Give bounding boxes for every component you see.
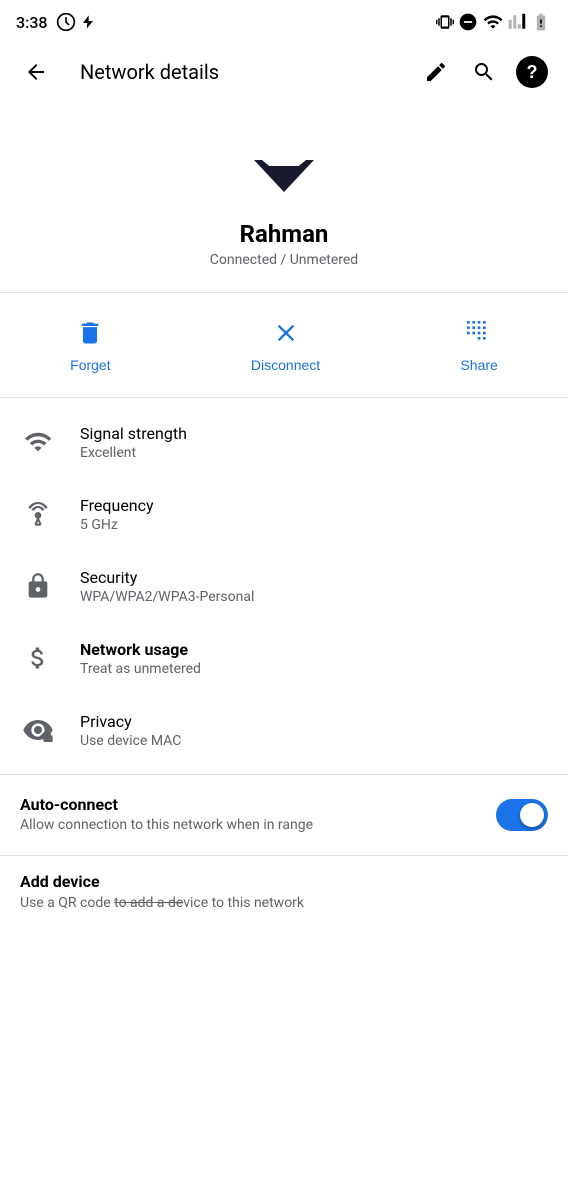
disconnect-icon [270, 317, 302, 349]
forget-button[interactable]: Forget [54, 309, 126, 381]
share-button[interactable]: Share [444, 309, 513, 381]
toggle-thumb [520, 803, 544, 827]
signal-strength-icon [20, 424, 56, 460]
forget-label: Forget [70, 357, 110, 373]
help-icon: ? [516, 56, 548, 88]
add-device-subtitle-end: vice to this network [183, 895, 304, 911]
network-status: Connected / Unmetered [210, 252, 358, 268]
auto-connect-text: Auto-connect Allow connection to this ne… [20, 795, 472, 836]
top-bar-actions: ? [416, 52, 552, 92]
status-bar: 3:38 [0, 0, 568, 44]
security-icon [20, 568, 56, 604]
disconnect-label: Disconnect [251, 357, 320, 373]
privacy-text: Privacy Use device MAC [80, 712, 548, 749]
back-button[interactable] [16, 52, 56, 92]
search-button[interactable] [464, 52, 504, 92]
top-bar: Network details ? [0, 44, 568, 100]
add-device-text: Add device Use a QR code to add a device… [20, 872, 548, 911]
network-usage-icon [20, 640, 56, 676]
signal-strength-text: Signal strength Excellent [80, 424, 548, 461]
auto-connect-subtitle: Allow connection to this network when in… [20, 816, 472, 836]
vibrate-icon [436, 12, 454, 32]
wifi-large-icon [248, 132, 320, 204]
auto-connect-title: Auto-connect [20, 795, 472, 814]
security-title: Security [80, 568, 548, 587]
drm-icon [56, 12, 76, 32]
help-button[interactable]: ? [512, 52, 552, 92]
network-name: Rahman [240, 220, 329, 248]
forget-icon [74, 317, 106, 349]
add-device-item: Add device Use a QR code to add a device… [0, 856, 568, 928]
add-device-subtitle-normal: Use a QR code [20, 895, 114, 911]
share-icon [463, 317, 495, 349]
edit-icon [424, 60, 448, 84]
signal-strength-item: Signal strength Excellent [0, 406, 568, 478]
back-icon [24, 60, 48, 84]
status-left: 3:38 [16, 12, 96, 32]
add-device-title: Add device [20, 872, 548, 891]
auto-connect-item: Auto-connect Allow connection to this ne… [0, 775, 568, 855]
detail-section: Signal strength Excellent Frequency 5 GH… [0, 398, 568, 774]
search-icon [472, 60, 496, 84]
frequency-text: Frequency 5 GHz [80, 496, 548, 533]
privacy-value: Use device MAC [80, 733, 548, 749]
network-usage-text: Network usage Treat as unmetered [80, 640, 548, 677]
dnd-icon [458, 12, 478, 32]
privacy-item: Privacy Use device MAC [0, 694, 568, 766]
add-device-subtitle: Use a QR code to add a device to this ne… [20, 895, 548, 911]
wifi-status-icon [482, 12, 504, 32]
privacy-title: Privacy [80, 712, 548, 731]
battery-icon [530, 12, 552, 32]
frequency-icon [20, 496, 56, 532]
security-value: WPA/WPA2/WPA3-Personal [80, 589, 548, 605]
security-text: Security WPA/WPA2/WPA3-Personal [80, 568, 548, 605]
privacy-icon [20, 712, 56, 748]
network-usage-value: Treat as unmetered [80, 661, 548, 677]
network-usage-title: Network usage [80, 640, 548, 659]
frequency-value: 5 GHz [80, 517, 548, 533]
status-time: 3:38 [16, 13, 48, 32]
frequency-item: Frequency 5 GHz [0, 478, 568, 550]
security-item: Security WPA/WPA2/WPA3-Personal [0, 550, 568, 622]
signal-strength-value: Excellent [80, 445, 548, 461]
network-usage-item: Network usage Treat as unmetered [0, 622, 568, 694]
disconnect-button[interactable]: Disconnect [235, 309, 336, 381]
share-label: Share [460, 357, 497, 373]
network-header: Rahman Connected / Unmetered [0, 100, 568, 292]
status-icons [436, 12, 552, 32]
edit-button[interactable] [416, 52, 456, 92]
page-title: Network details [80, 60, 400, 84]
frequency-title: Frequency [80, 496, 548, 515]
add-device-subtitle-strike: to add a de [114, 895, 183, 911]
auto-connect-toggle[interactable] [496, 799, 548, 831]
action-row: Forget Disconnect Share [0, 293, 568, 397]
signal-strength-title: Signal strength [80, 424, 548, 443]
signal-icon [508, 12, 526, 32]
flash-icon [80, 12, 96, 32]
